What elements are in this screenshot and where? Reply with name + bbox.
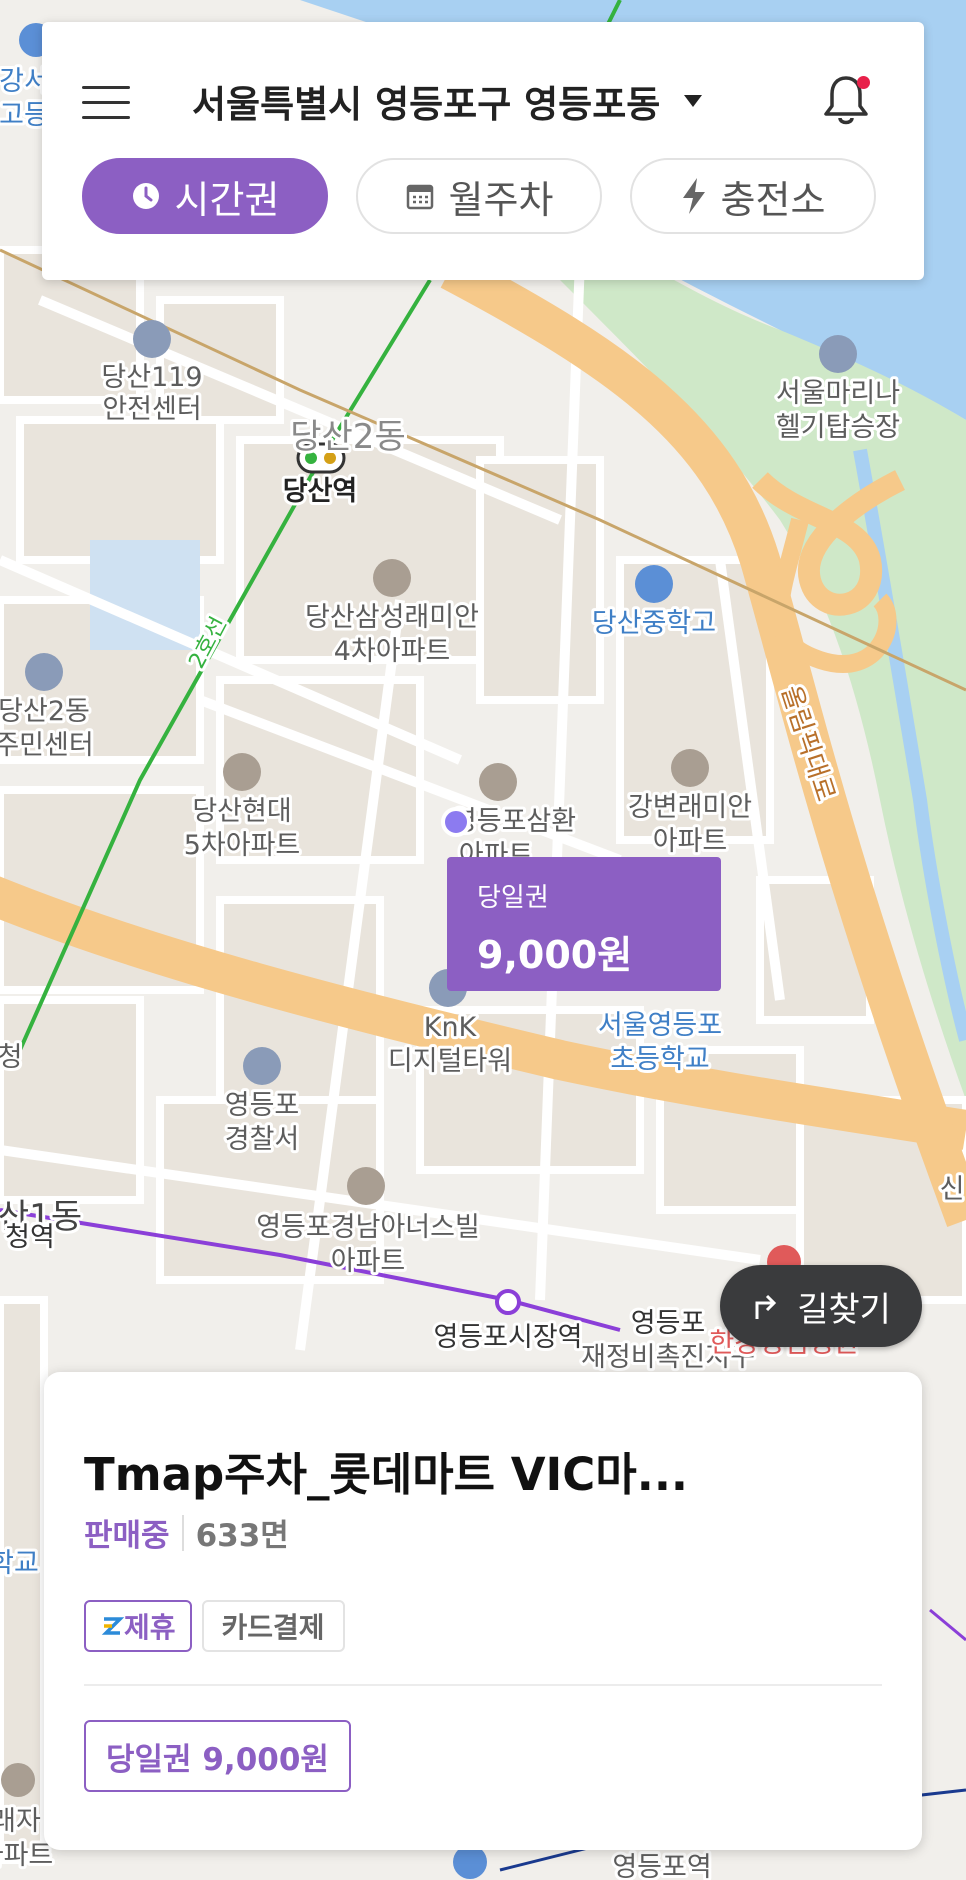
price-marker-value: 9,000원 [477,933,633,977]
meta-divider [181,1514,184,1551]
partner-z-icon [101,1617,124,1635]
label-samsung-apt-1: 당산삼성래미안 [305,602,479,633]
selected-location-dot [441,807,471,837]
caret-down-icon [684,95,703,107]
label-knk-2: 디지털타워 [388,1046,512,1077]
label-dangsan-station: 당산역 [283,476,358,507]
tab-hourly[interactable]: 시간권 [82,158,328,234]
calendar-icon [406,184,433,210]
price-marker-label: 당일권 [477,883,549,913]
label-gangbyeon-2: 아파트 [653,826,728,857]
location-text: 서울특별시 영등포구 영등포동 [192,83,661,126]
label-marina-2: 헬기탑승장 [776,412,900,443]
tab-charging[interactable]: 충전소 [630,158,876,234]
status-badge: 판매중 [84,1518,170,1554]
header-card: 서울특별시 영등포구 영등포동 시간권 월주차 충전소 [42,22,924,280]
daily-pass-price-chip[interactable]: 당일권 9,000원 [84,1720,351,1792]
notification-dot [857,76,870,89]
label-marina-1: 서울마리나 [776,378,900,409]
label-market-station: 영등포시장역 [433,1322,582,1353]
location-selector[interactable]: 서울특별시 영등포구 영등포동 [192,74,703,128]
parking-lot-card[interactable]: Tmap주차_롯데마트 VIC마... 판매중 633면 제휴 카드결제 당일권… [44,1372,922,1850]
label-fire-station-1: 당산119 [101,362,202,393]
tab-hourly-label: 시간권 [174,177,280,222]
lot-meta: 판매중 633면 [84,1510,289,1555]
label-gyeongnam-2: 아파트 [331,1246,406,1277]
partner-badge: 제휴 [84,1600,192,1652]
label-bottom-station: 영등포역 [612,1852,711,1880]
label-seoul-elem-1: 서울영등포 [598,1010,722,1041]
tab-charging-label: 충전소 [720,177,826,222]
price-marker[interactable]: 당일권 9,000원 [447,857,721,991]
partner-badge-label: 제휴 [124,1611,176,1644]
card-divider [84,1684,882,1686]
directions-button[interactable]: 길찾기 [720,1265,922,1347]
station-marker [495,1289,521,1315]
label-left-bottom: 학교 [0,1548,39,1579]
lot-name: Tmap주차_롯데마트 VIC마... [84,1448,689,1501]
directions-label: 길찾기 [797,1289,891,1330]
label-community-2: 주민센터 [0,730,94,761]
label-right-edge: 신 [940,1174,965,1205]
tab-monthly-label: 월주차 [448,177,554,222]
tab-monthly[interactable]: 월주차 [356,158,602,234]
label-community-1: 당산2동 [0,696,90,727]
label-yeongdeungpo-top: 영등포 [631,1308,706,1339]
notification-bell-icon[interactable] [822,72,874,132]
label-seoul-elem-2: 초등학교 [610,1044,709,1075]
label-dangsan2: 당산2동 [290,417,405,457]
space-count: 633면 [195,1518,289,1554]
label-left-bottom-apt-2: 아파트 [0,1840,53,1871]
label-left-bottom-apt-1: 래자 [0,1806,41,1837]
label-left-mid: 청 [0,1042,22,1073]
label-hyundai-1: 당산현대 [192,796,291,827]
label-fire-station-2: 안전센터 [102,394,201,425]
label-police-1: 영등포 [225,1090,300,1121]
label-gangbyeon-1: 강변래미안 [628,792,752,823]
label-gyeongnam-1: 영등포경남아너스빌 [256,1212,480,1243]
label-samsung-apt-2: 4차아파트 [334,636,451,667]
card-payment-badge: 카드결제 [201,1600,345,1652]
menu-icon[interactable] [82,84,130,120]
label-police-2: 경찰서 [225,1124,300,1155]
turn-right-arrow-icon [755,1294,777,1319]
label-office-station: 청역 [5,1222,55,1253]
label-knk-1: KnK [424,1012,478,1043]
label-hyundai-2: 5차아파트 [184,830,301,861]
category-tabs: 시간권 월주차 충전소 [82,158,876,234]
lightning-icon [682,178,705,214]
clock-icon [132,183,159,209]
feature-badges: 제휴 카드결제 [84,1600,345,1652]
blue-block [90,540,200,650]
label-dangsan-middle: 당산중학고 [592,608,716,639]
